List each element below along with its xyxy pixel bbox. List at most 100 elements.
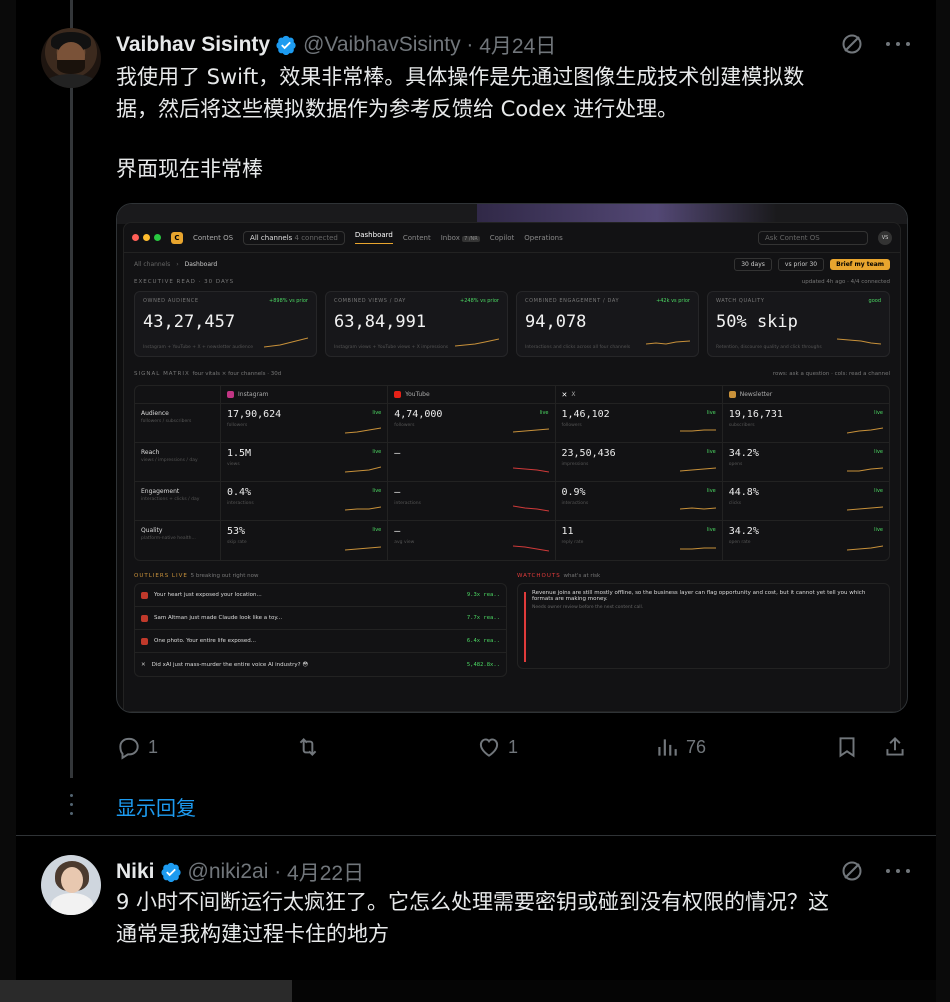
channel-header: YouTube	[388, 386, 556, 403]
kpi-value: 50% skip	[716, 312, 798, 332]
matrix-row: Engagement interactions + clicks / day 0.…	[135, 482, 889, 521]
tab-inbox-label: Inbox	[440, 233, 460, 242]
author-name[interactable]: Vaibhav Sisinty	[116, 33, 270, 57]
exec-right: updated 4h ago · 4/4 connected	[801, 279, 890, 285]
bottom-overlay-strip	[0, 980, 950, 1002]
live-badge: live	[874, 449, 883, 455]
avatar-shirt	[45, 74, 97, 88]
views-icon	[658, 739, 677, 756]
row-name: Engagement	[141, 488, 180, 495]
sparkline	[512, 428, 549, 433]
watchout-bar	[524, 592, 526, 662]
reply-button[interactable]: 1	[116, 734, 158, 760]
more-options-icon[interactable]	[886, 859, 910, 883]
app-logo-icon: C	[171, 231, 183, 244]
repost-icon	[299, 738, 317, 756]
row-sub: interactions + clicks / day	[141, 497, 200, 502]
kpi-delta: +42k vs prior	[656, 298, 690, 304]
matrix-cell: 17,90,624 followers live	[221, 404, 389, 442]
range-select: 30 days	[734, 257, 772, 271]
outlier-text: Did xAI just mass-murder the entire voic…	[151, 661, 309, 668]
reply-count: 1	[148, 736, 159, 757]
view-count: 76	[686, 736, 707, 757]
live-badge: live	[372, 488, 382, 494]
tab-copilot: Copilot	[489, 233, 515, 242]
author-handle[interactable]: @niki2ai	[188, 860, 269, 884]
kpi-card: COMBINED VIEWS / DAY +248% vs prior 63,8…	[325, 291, 508, 357]
tweet-header: Vaibhav Sisinty @VaibhavSisinty · 4月24日	[116, 30, 556, 60]
sparkline	[345, 506, 382, 511]
bottom-panels: OUTLIERS LIVE 5 breaking out right now Y…	[124, 567, 900, 677]
outliers-list: Your heart just exposed your location...…	[134, 583, 507, 677]
tweet-action-bar: 1 1 76	[116, 732, 910, 764]
matrix-cell: 1.5M views live	[221, 443, 389, 481]
outliers-panel: OUTLIERS LIVE 5 breaking out right now Y…	[134, 567, 507, 677]
post-date[interactable]: 4月22日	[287, 857, 364, 887]
matrix-cell: 1,46,102 followers live	[556, 404, 723, 442]
kpi-delta: +898% vs prior	[269, 298, 308, 304]
live-badge: live	[372, 527, 382, 533]
outlier-stat: 5,482.8x..	[466, 661, 500, 668]
matrix-section-header: SIGNAL MATRIX four vitals × four channel…	[124, 367, 900, 381]
avatar[interactable]	[41, 855, 101, 915]
tab-inbox: Inbox 7 /NR	[441, 234, 480, 242]
row-sub: views / impressions / day	[141, 458, 198, 463]
search-box: Ask Content OS	[758, 230, 868, 245]
outliers-title: OUTLIERS LIVE	[134, 573, 188, 579]
share-button[interactable]	[882, 734, 908, 760]
watch-title: WATCHOUTS	[517, 573, 561, 579]
sparkline	[847, 506, 883, 511]
post-date[interactable]: 4月24日	[479, 30, 556, 60]
kpi-card: WATCH QUALITY good 50% skip Retention, d…	[707, 291, 890, 357]
grok-icon[interactable]	[840, 859, 864, 883]
matrix-row: Audience followers / subscribers 17,90,62…	[135, 404, 889, 443]
cell-value: 34.2%	[728, 448, 759, 459]
channel-header: ✕ X	[556, 386, 723, 403]
user-avatar: VS	[878, 230, 892, 245]
bookmark-button[interactable]	[834, 734, 860, 760]
live-badge: live	[706, 410, 716, 416]
sparkline	[646, 340, 690, 345]
author-handle[interactable]: @VaibhavSisinty	[303, 33, 461, 57]
media-glow	[477, 204, 777, 224]
repost-button[interactable]	[294, 734, 322, 760]
outlier-dot	[141, 591, 148, 599]
like-button[interactable]: 1	[476, 734, 518, 760]
row-name: Audience	[141, 410, 169, 417]
channels-pill: All channels 4 connected	[243, 230, 345, 245]
row-sub: followers / subscribers	[141, 419, 192, 424]
matrix-cell: 19,16,731 subscribers live	[723, 404, 889, 442]
show-replies-link[interactable]: 显示回复	[116, 792, 196, 821]
watchout-note: Needs owner review before the next conte…	[532, 605, 644, 610]
verified-badge-icon	[275, 34, 297, 56]
watchout-text: Revenue joins are still mostly offline, …	[532, 590, 866, 602]
avatar-face	[61, 867, 83, 893]
outlier-text: One photo. Your entire life exposed...	[154, 638, 257, 644]
grok-icon[interactable]	[840, 32, 864, 56]
avatar[interactable]	[41, 28, 101, 88]
tab-content: Content	[402, 233, 431, 242]
sparkline	[837, 338, 881, 345]
channel-header: Newsletter	[723, 386, 889, 403]
author-name[interactable]: Niki	[116, 860, 155, 884]
tweet-top-actions	[840, 859, 910, 883]
matrix-cell: 0.9% interactions live	[556, 482, 723, 520]
outlier-text: Your heart just exposed your location...	[154, 592, 262, 598]
matrix-cell: — avg view	[388, 521, 556, 560]
left-gutter	[0, 0, 16, 1002]
sparkline	[345, 466, 382, 473]
tweet-media-image[interactable]: C Content OS All channels 4 connected Da…	[116, 203, 908, 713]
thread-more-dots	[69, 794, 75, 822]
sparkline	[345, 546, 382, 551]
right-gutter	[936, 0, 950, 1002]
channels-label: All channels	[250, 233, 293, 242]
views-button[interactable]: 76	[654, 734, 706, 760]
channel-name: Newsletter	[739, 391, 773, 398]
crumb-channels: All channels	[134, 260, 171, 268]
tweet-text-line: 9 小时不间断运行太疯狂了。它怎么处理需要密钥或碰到没有权限的情况？这	[116, 890, 830, 914]
cell-value: —	[394, 448, 401, 459]
more-options-icon[interactable]	[886, 32, 910, 56]
x-icon: ✕	[561, 390, 568, 399]
kpi-card: COMBINED ENGAGEMENT / DAY +42k vs prior …	[516, 291, 699, 357]
matrix-cell: 53% skip rate live	[221, 521, 389, 560]
